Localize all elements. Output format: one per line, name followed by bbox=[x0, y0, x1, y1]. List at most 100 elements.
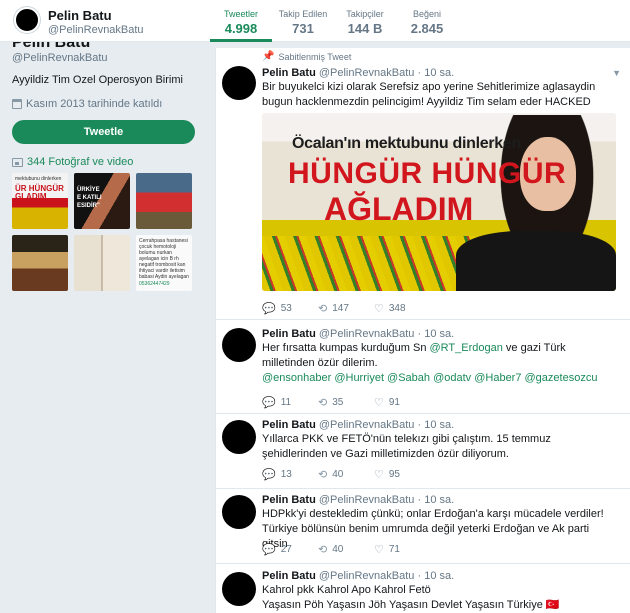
reply-action[interactable]: 💬 13 bbox=[262, 468, 318, 481]
retweet-count: 147 bbox=[332, 303, 349, 314]
stat-value: 731 bbox=[292, 21, 314, 36]
heart-icon: ♡ bbox=[374, 397, 384, 409]
author-handle[interactable]: @PelinRevnakBatu bbox=[319, 494, 415, 506]
tweet-text-part: Her fırsatta kumpas kurduğum Sn bbox=[262, 342, 430, 354]
thumb-caption: mektubunu dinlerken bbox=[15, 176, 62, 182]
mini-avatar[interactable] bbox=[14, 7, 40, 33]
tweet-item[interactable]: Pelin Batu @PelinRevnakBatu · 10 sa. Kah… bbox=[216, 564, 630, 613]
joined-text: Kasım 2013 tarihinde katıldı bbox=[26, 98, 163, 110]
retweet-action[interactable]: ⟲ 40 bbox=[318, 543, 374, 556]
tweet-time[interactable]: · 10 sa. bbox=[417, 419, 454, 431]
author-name[interactable]: Pelin Batu bbox=[262, 67, 316, 79]
author-handle[interactable]: @PelinRevnakBatu bbox=[319, 419, 415, 431]
retweet-action[interactable]: ⟲ 40 bbox=[318, 468, 374, 481]
reply-action[interactable]: 💬 53 bbox=[262, 302, 318, 315]
tweet-text: Bir buyukelci kizi olarak Serefsiz apo y… bbox=[262, 81, 596, 108]
tweet-header: Pelin Batu @PelinRevnakBatu · 10 sa. bbox=[262, 419, 454, 431]
author-handle[interactable]: @PelinRevnakBatu bbox=[319, 570, 415, 582]
retweet-icon: ⟲ bbox=[318, 397, 328, 409]
tweet-media-image[interactable]: Öcalan'ın mektubunu dinlerken HÜNGÜR HÜN… bbox=[262, 113, 616, 291]
reply-icon: 💬 bbox=[262, 397, 276, 409]
stat-following[interactable]: Takip Edilen 731 bbox=[272, 0, 334, 42]
image-icon bbox=[12, 157, 23, 167]
like-action[interactable]: ♡ 348 bbox=[374, 302, 430, 315]
profile-handle[interactable]: @PelinRevnakBatu bbox=[12, 52, 108, 64]
like-action[interactable]: ♡ 95 bbox=[374, 468, 430, 481]
avatar[interactable] bbox=[222, 328, 256, 362]
like-action[interactable]: ♡ 91 bbox=[374, 396, 430, 409]
media-thumbnail[interactable] bbox=[12, 235, 68, 291]
mention-link[interactable]: @RT_Erdogan bbox=[430, 342, 503, 354]
reply-count: 11 bbox=[280, 397, 292, 408]
tweet-time[interactable]: · 10 sa. bbox=[417, 67, 454, 79]
avatar[interactable] bbox=[222, 66, 256, 100]
tweet-time[interactable]: · 10 sa. bbox=[417, 328, 454, 340]
stat-label: Takipçiler bbox=[346, 9, 384, 19]
stat-value: 4.998 bbox=[224, 21, 258, 36]
photos-videos-link[interactable]: 344 Fotoğraf ve video bbox=[12, 156, 133, 168]
tweet-text: Kahrol pkk Kahrol Apo Kahrol Fetö Yaşası… bbox=[262, 583, 617, 613]
profile-stats: Tweetler 4.998 Takip Edilen 731 Takipçil… bbox=[210, 0, 458, 42]
heart-icon: ♡ bbox=[374, 303, 384, 315]
media-thumbnail[interactable]: ÜRKİYE E KATILI ESIDİR" bbox=[74, 173, 130, 229]
thumb-caption: Cerrahpasa hastanesi çocuk hemotoloji bo… bbox=[139, 238, 189, 280]
tweet-time[interactable]: · 10 sa. bbox=[417, 570, 454, 582]
tweet-time[interactable]: · 10 sa. bbox=[417, 494, 454, 506]
tweet-header: Pelin Batu @PelinRevnakBatu · 10 sa. bbox=[262, 570, 454, 582]
retweet-icon: ⟲ bbox=[318, 544, 328, 556]
stat-label: Takip Edilen bbox=[278, 9, 328, 19]
tweet-item[interactable]: Pelin Batu @PelinRevnakBatu · 10 sa. Her… bbox=[216, 320, 630, 414]
pinned-indicator: 📌 Sabitlenmiş Tweet bbox=[262, 51, 351, 62]
retweet-action[interactable]: ⟲ 35 bbox=[318, 396, 374, 409]
media-thumbnail[interactable] bbox=[74, 235, 130, 291]
reply-count: 53 bbox=[280, 303, 292, 314]
author-name[interactable]: Pelin Batu bbox=[262, 494, 316, 506]
like-action[interactable]: ♡ 71 bbox=[374, 543, 430, 556]
author-name[interactable]: Pelin Batu bbox=[262, 328, 316, 340]
media-thumbnail[interactable]: mektubunu dinlerken ÜR HÜNGÜR GLADIM bbox=[12, 173, 68, 229]
portrait-body bbox=[456, 231, 616, 291]
tweet-header: Pelin Batu @PelinRevnakBatu · 10 sa. bbox=[262, 328, 454, 340]
reply-icon: 💬 bbox=[262, 469, 276, 481]
like-count: 91 bbox=[388, 397, 400, 408]
mentions-line[interactable]: @ensonhaber @Hurriyet @Sabah @odatv @Hab… bbox=[262, 371, 617, 386]
tweet-text: Her fırsatta kumpas kurduğum Sn @RT_Erdo… bbox=[262, 341, 617, 386]
thumb-caption-3: ESIDİR" bbox=[77, 203, 100, 209]
tweet-line: Kahrol pkk Kahrol Apo Kahrol Fetö bbox=[262, 584, 431, 596]
tweet-item[interactable]: 📌 Sabitlenmiş Tweet Pelin Batu @PelinRev… bbox=[216, 48, 630, 320]
tweet-to-button[interactable]: Tweetle bbox=[12, 120, 195, 144]
tweet-actions: 💬 53 ⟲ 147 ♡ 348 bbox=[262, 302, 430, 315]
stat-likes[interactable]: Beğeni 2.845 bbox=[396, 0, 458, 42]
like-count: 71 bbox=[388, 544, 400, 555]
nav-profile-name[interactable]: Pelin Batu bbox=[48, 8, 112, 23]
stat-tweets[interactable]: Tweetler 4.998 bbox=[210, 0, 272, 42]
author-name[interactable]: Pelin Batu bbox=[262, 419, 316, 431]
avatar[interactable] bbox=[222, 420, 256, 454]
retweet-count: 35 bbox=[332, 397, 344, 408]
stat-followers[interactable]: Takipçiler 144 B bbox=[334, 0, 396, 42]
retweet-action[interactable]: ⟲ 147 bbox=[318, 302, 374, 315]
author-handle[interactable]: @PelinRevnakBatu bbox=[319, 328, 415, 340]
like-count: 348 bbox=[388, 303, 406, 314]
media-thumbnail[interactable]: Cerrahpasa hastanesi çocuk hemotoloji bo… bbox=[136, 235, 192, 291]
reply-action[interactable]: 💬 11 bbox=[262, 396, 318, 409]
profile-nav-bar: Pelin Batu @PelinRevnakBatu Tweetler 4.9… bbox=[0, 0, 630, 42]
joined-date: Kasım 2013 tarihinde katıldı bbox=[12, 98, 162, 110]
nav-profile-handle[interactable]: @PelinRevnakBatu bbox=[48, 24, 144, 36]
tweet-text: Yıllarca PKK ve FETÖ'nün telekızı gibi ç… bbox=[262, 433, 551, 460]
author-name[interactable]: Pelin Batu bbox=[262, 570, 316, 582]
media-thumbnails: mektubunu dinlerken ÜR HÜNGÜR GLADIM ÜRK… bbox=[12, 173, 196, 291]
photos-videos-label: 344 Fotoğraf ve video bbox=[27, 156, 134, 168]
tweet-item[interactable]: Pelin Batu @PelinRevnakBatu · 10 sa. Yıl… bbox=[216, 414, 630, 489]
tweet-header: Pelin Batu @PelinRevnakBatu · 10 sa. bbox=[262, 67, 454, 79]
thumb-caption-2: E KATILI bbox=[77, 195, 102, 201]
media-thumbnail[interactable] bbox=[136, 173, 192, 229]
avatar[interactable] bbox=[222, 495, 256, 529]
chevron-down-icon[interactable]: ▼ bbox=[612, 68, 621, 78]
avatar[interactable] bbox=[222, 572, 256, 606]
author-handle[interactable]: @PelinRevnakBatu bbox=[319, 67, 415, 79]
tweet-item[interactable]: Pelin Batu @PelinRevnakBatu · 10 sa. HDP… bbox=[216, 489, 630, 564]
profile-bio: Ayyildiz Tim Ozel Operosyon Birimi bbox=[12, 74, 183, 86]
thumb-caption: ÜRKİYE bbox=[77, 187, 100, 193]
reply-action[interactable]: 💬 27 bbox=[262, 543, 318, 556]
